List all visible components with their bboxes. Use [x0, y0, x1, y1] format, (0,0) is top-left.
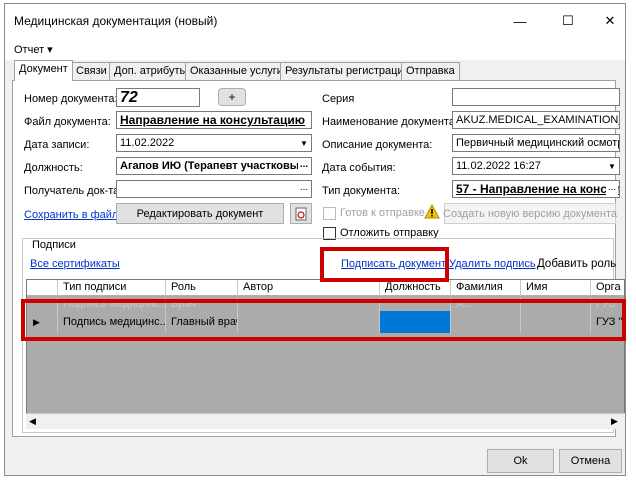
delete-signature-link[interactable]: Удалить подпись: [449, 258, 536, 270]
document-icon: [295, 207, 307, 220]
doc-number-input[interactable]: 72: [116, 88, 200, 107]
grid-header-indicator: [27, 280, 58, 296]
grid-horizontal-scrollbar[interactable]: ◀ ▶: [26, 413, 625, 429]
menu-report[interactable]: Отчет ▾: [14, 43, 53, 56]
ready-to-send-checkbox[interactable]: [323, 207, 336, 220]
event-date-value: 11.02.2022 16:27: [456, 160, 541, 172]
record-date-label: Дата записи:: [24, 139, 90, 151]
position-value: Агапов ИЮ (Терапевт участковый): [120, 160, 310, 172]
cancel-button[interactable]: Отмена: [559, 449, 622, 473]
recipient-input[interactable]: ...: [116, 180, 312, 198]
doc-file-label: Файл документа:: [24, 116, 111, 128]
close-button[interactable]: ✕: [599, 12, 621, 30]
doc-file-input[interactable]: Направление на консультацию: [116, 111, 312, 129]
doc-desc-label: Описание документа:: [322, 139, 433, 151]
column-organization[interactable]: Орга: [591, 280, 624, 296]
recipient-browse-button[interactable]: ...: [298, 181, 310, 197]
menu-bar: Отчет ▾: [5, 38, 625, 60]
minimize-button[interactable]: —: [509, 12, 531, 30]
title-bar: Медицинская документация (новый) — ☐ ✕: [5, 4, 625, 38]
column-position[interactable]: Должность: [380, 280, 451, 296]
doc-type-value: 57 - Направление на консультацию: [456, 182, 620, 196]
warning-icon: [424, 204, 440, 219]
recipient-label: Получатель док-та: [24, 185, 120, 197]
doc-type-label: Тип документа:: [322, 185, 401, 197]
column-signature-type[interactable]: Тип подписи: [58, 280, 166, 296]
add-role-button[interactable]: Добавить роль: [537, 258, 616, 270]
column-surname[interactable]: Фамилия: [451, 280, 521, 296]
series-label: Серия: [322, 93, 355, 105]
pdf-icon[interactable]: [290, 203, 312, 224]
position-input[interactable]: Агапов ИЮ (Терапевт участковый) ...: [116, 157, 312, 175]
grid-header: Тип подписи Роль Автор Должность Фамилия…: [27, 280, 624, 296]
tab-services[interactable]: Оказанные услуги: [185, 62, 288, 80]
highlight-signature-row: [21, 299, 626, 341]
doc-number-label: Номер документа:: [24, 93, 118, 105]
record-date-combo[interactable]: 11.02.2022 ▼: [116, 134, 312, 152]
tab-sending[interactable]: Отправка: [401, 62, 460, 80]
signatures-group-label: Подписи: [30, 239, 78, 251]
chevron-left-icon[interactable]: ◀: [29, 416, 36, 427]
create-new-version-button[interactable]: Создать новую версию документа: [443, 203, 617, 224]
column-role[interactable]: Роль: [166, 280, 238, 296]
event-date-combo[interactable]: 11.02.2022 16:27 ▼: [452, 157, 620, 175]
event-date-label: Дата события:: [322, 162, 396, 174]
save-to-file-link[interactable]: Сохранить в файл: [24, 209, 118, 221]
tab-extra-attributes[interactable]: Доп. атрибуты: [109, 62, 193, 80]
chevron-down-icon[interactable]: ▼: [605, 158, 619, 174]
record-date-value: 11.02.2022: [120, 137, 175, 149]
edit-document-button[interactable]: Редактировать документ: [116, 203, 284, 224]
window-title: Медицинская документация (новый): [14, 14, 218, 28]
chevron-down-icon[interactable]: ▼: [297, 135, 311, 151]
tab-registration-results[interactable]: Результаты регистрации: [280, 62, 415, 80]
series-input[interactable]: [452, 88, 620, 106]
column-author[interactable]: Автор: [238, 280, 380, 296]
doc-type-input[interactable]: 57 - Направление на консультацию ...: [452, 180, 620, 198]
tab-links[interactable]: Связи: [71, 62, 112, 80]
maximize-button[interactable]: ☐: [557, 12, 579, 30]
all-certificates-link[interactable]: Все сертификаты: [30, 258, 120, 270]
column-name[interactable]: Имя: [521, 280, 591, 296]
doc-type-browse-button[interactable]: ...: [606, 181, 618, 197]
doc-desc-input[interactable]: Первичный медицинский осмотр: [452, 134, 620, 152]
position-label: Должность:: [24, 162, 83, 174]
doc-name-label: Наименование документа:: [322, 116, 459, 128]
position-browse-button[interactable]: ...: [298, 158, 310, 174]
chevron-right-icon[interactable]: ▶: [611, 416, 618, 427]
highlight-sign-document: [320, 247, 449, 282]
add-number-button[interactable]: +: [218, 88, 246, 106]
doc-name-input[interactable]: AKUZ.MEDICAL_EXAMINATION_MAIN: [452, 111, 620, 129]
ready-to-send-label: Готов к отправке: [340, 207, 425, 219]
ok-button[interactable]: Ok: [487, 449, 554, 473]
tab-document[interactable]: Документ: [14, 60, 73, 81]
